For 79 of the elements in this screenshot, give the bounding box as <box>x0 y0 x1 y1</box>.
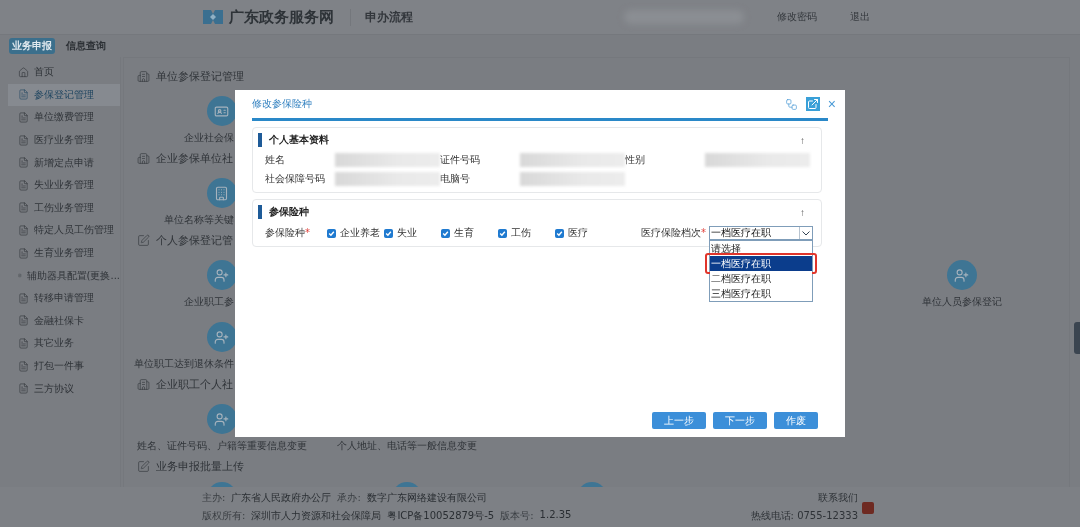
service-label[interactable]: 单位职工达到退休条件 <box>134 357 234 371</box>
insurance-checkbox[interactable]: 工伤 <box>498 226 555 240</box>
section-title: 业务申报批量上传 <box>156 458 244 474</box>
top-tab[interactable]: 业务申报 <box>9 38 55 54</box>
footer-label: 承办: <box>337 491 361 505</box>
field-label: 电脑号 <box>440 172 471 186</box>
close-button[interactable]: × <box>827 97 836 111</box>
dialog-button[interactable]: 下一步 <box>713 412 767 429</box>
footer-text: 深圳市人力资源和社会保障局 <box>251 509 382 523</box>
checkbox-icon[interactable] <box>498 228 507 238</box>
panel-title: 个人基本资料 <box>258 133 329 147</box>
logo-icon <box>203 10 223 24</box>
panel-title: 参保险种 <box>258 205 309 219</box>
sidebar-item[interactable]: 转移申请管理 <box>8 286 120 310</box>
sidebar-item[interactable]: 首页 <box>8 61 120 84</box>
section-icon <box>137 151 150 165</box>
sidebar-item[interactable]: 单位缴费管理 <box>8 106 120 129</box>
site-title: 广东政务服务网 <box>229 7 334 27</box>
sidebar-item[interactable]: 新增定点申请 <box>8 151 120 174</box>
section-title: 企业职工个人社 <box>156 376 233 392</box>
section-icon <box>137 233 150 247</box>
insurance-checkbox[interactable]: 失业 <box>384 226 441 240</box>
field-label: 参保险种* <box>265 226 311 240</box>
section-icon <box>137 69 150 83</box>
service-label[interactable]: 单位名称等关键 <box>164 213 234 227</box>
contact-link[interactable]: 联系我们 <box>818 491 858 505</box>
footer-label: 版权所有: <box>202 509 246 523</box>
sidebar-item[interactable]: 工伤业务管理 <box>8 196 120 220</box>
collapse-button[interactable]: ↑ <box>800 134 813 146</box>
field-label: 医疗保险档次* <box>641 226 706 240</box>
footer-text: 粤ICP备10052879号-5 <box>387 509 495 523</box>
sidebar-item[interactable]: 金融社保卡 <box>8 309 120 333</box>
service-icon[interactable] <box>206 260 237 290</box>
insurance-checkbox[interactable]: 医疗 <box>555 226 612 240</box>
dialog-button[interactable]: 上一步 <box>652 412 706 429</box>
service-icon[interactable] <box>206 96 237 126</box>
section-title: 企业参保单位社 <box>156 150 233 166</box>
footer-text: 1.2.35 <box>539 509 572 522</box>
external-link-icon[interactable] <box>805 97 820 111</box>
header-link[interactable]: 退出 <box>850 10 870 24</box>
service-label[interactable]: 企业职工参 <box>184 295 234 309</box>
sidebar-item[interactable]: 特定人员工伤管理 <box>8 219 120 242</box>
dialog-button[interactable]: 作废 <box>774 412 818 429</box>
checkbox-icon[interactable] <box>441 228 450 238</box>
insurance-checkbox[interactable]: 生育 <box>441 226 498 240</box>
sidebar-item[interactable]: 其它业务 <box>8 332 120 355</box>
sidebar-item[interactable]: 医疗业务管理 <box>8 128 120 152</box>
field-label: 性别 <box>625 153 646 167</box>
checkbox-icon[interactable] <box>384 228 393 238</box>
checkbox-icon[interactable] <box>327 228 336 238</box>
top-tab[interactable]: 信息查询 <box>63 38 109 54</box>
sidebar-item[interactable]: 生育业务管理 <box>8 241 120 265</box>
insurance-checkbox[interactable]: 企业养老 <box>327 226 384 240</box>
service-icon[interactable] <box>206 178 237 208</box>
service-label[interactable]: 单位人员参保登记 <box>921 295 1002 309</box>
dropdown-option[interactable]: 二档医疗在职 <box>710 271 812 286</box>
sidebar-item[interactable]: 三方协议 <box>8 377 120 400</box>
footer-text: 广东省人民政府办公厅 <box>231 491 332 505</box>
section-title: 单位参保登记管理 <box>156 68 244 84</box>
service-icon[interactable] <box>206 404 237 434</box>
service-icon[interactable] <box>206 322 237 352</box>
collapse-button[interactable]: ↑ <box>800 206 813 218</box>
dialog-title: 修改参保险种 <box>252 97 312 111</box>
field-label: 证件号码 <box>440 153 481 167</box>
sidebar-item[interactable]: 参保登记管理 <box>8 83 120 107</box>
home-icon <box>18 66 29 78</box>
page-heading: 申办流程 <box>350 8 413 26</box>
sidebar-item[interactable]: 失业业务管理 <box>8 173 120 197</box>
service-label[interactable]: 企业社会保 <box>184 131 234 145</box>
section-icon <box>137 377 150 391</box>
field-label: 姓名 <box>265 153 286 167</box>
field-label: 社会保障号码 <box>265 172 326 186</box>
checkbox-icon[interactable] <box>555 228 564 238</box>
footer-text: 数字广东网络建设有限公司 <box>366 491 487 505</box>
section-title: 个人参保登记管 <box>156 232 233 248</box>
caret-icon <box>802 230 810 236</box>
hotline-text: 热线电话: 0755-12333 <box>750 509 858 523</box>
header-link[interactable]: 修改密码 <box>777 10 817 24</box>
section-icon <box>137 459 150 473</box>
